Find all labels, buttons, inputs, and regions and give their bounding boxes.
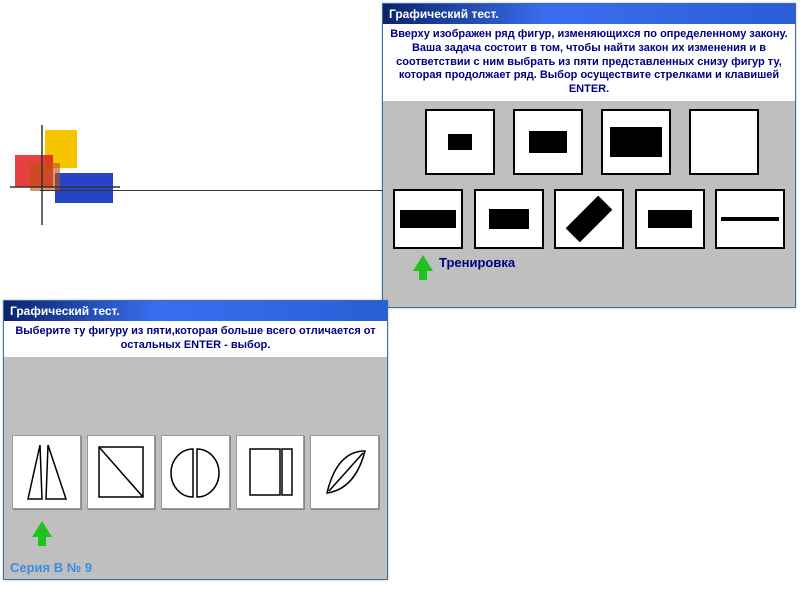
instruction-text: Вверху изображен ряд фигур, изменяющихся… bbox=[383, 24, 795, 101]
options-row bbox=[383, 183, 795, 255]
window-title: Графический тест. bbox=[389, 7, 499, 21]
selection-indicator bbox=[4, 517, 387, 537]
option-figure-2[interactable] bbox=[474, 189, 544, 249]
instruction-text: Выберите ту фигуру из пяти,которая больш… bbox=[4, 321, 387, 357]
arrow-up-icon bbox=[32, 521, 52, 537]
option-figure-3[interactable] bbox=[554, 189, 624, 249]
options-row bbox=[4, 357, 387, 517]
sequence-figure-4-blank bbox=[689, 109, 759, 175]
sequence-figure-3 bbox=[601, 109, 671, 175]
logo bbox=[10, 125, 110, 225]
sequence-figure-1 bbox=[425, 109, 495, 175]
sequence-row bbox=[383, 101, 795, 183]
training-label: Тренировка bbox=[439, 255, 515, 270]
arrow-up-icon bbox=[413, 255, 433, 271]
option-figure-4[interactable] bbox=[635, 189, 705, 249]
option-figure-5[interactable] bbox=[310, 435, 379, 509]
window-title: Графический тест. bbox=[10, 304, 120, 318]
titlebar: Графический тест. bbox=[383, 4, 795, 24]
titlebar: Графический тест. bbox=[4, 301, 387, 321]
divider-line bbox=[40, 190, 390, 191]
option-figure-3[interactable] bbox=[161, 435, 230, 509]
window-graphic-test-sequence: Графический тест. Вверху изображен ряд ф… bbox=[382, 3, 796, 308]
option-figure-4[interactable] bbox=[236, 435, 305, 509]
option-figure-1[interactable] bbox=[393, 189, 463, 249]
series-label: Серия В № 9 bbox=[10, 560, 92, 575]
window-graphic-test-oddone: Графический тест. Выберите ту фигуру из … bbox=[3, 300, 388, 580]
option-figure-1[interactable] bbox=[12, 435, 81, 509]
option-figure-2[interactable] bbox=[87, 435, 156, 509]
option-figure-5[interactable] bbox=[715, 189, 785, 249]
sequence-figure-2 bbox=[513, 109, 583, 175]
training-indicator: Тренировка bbox=[383, 255, 795, 277]
